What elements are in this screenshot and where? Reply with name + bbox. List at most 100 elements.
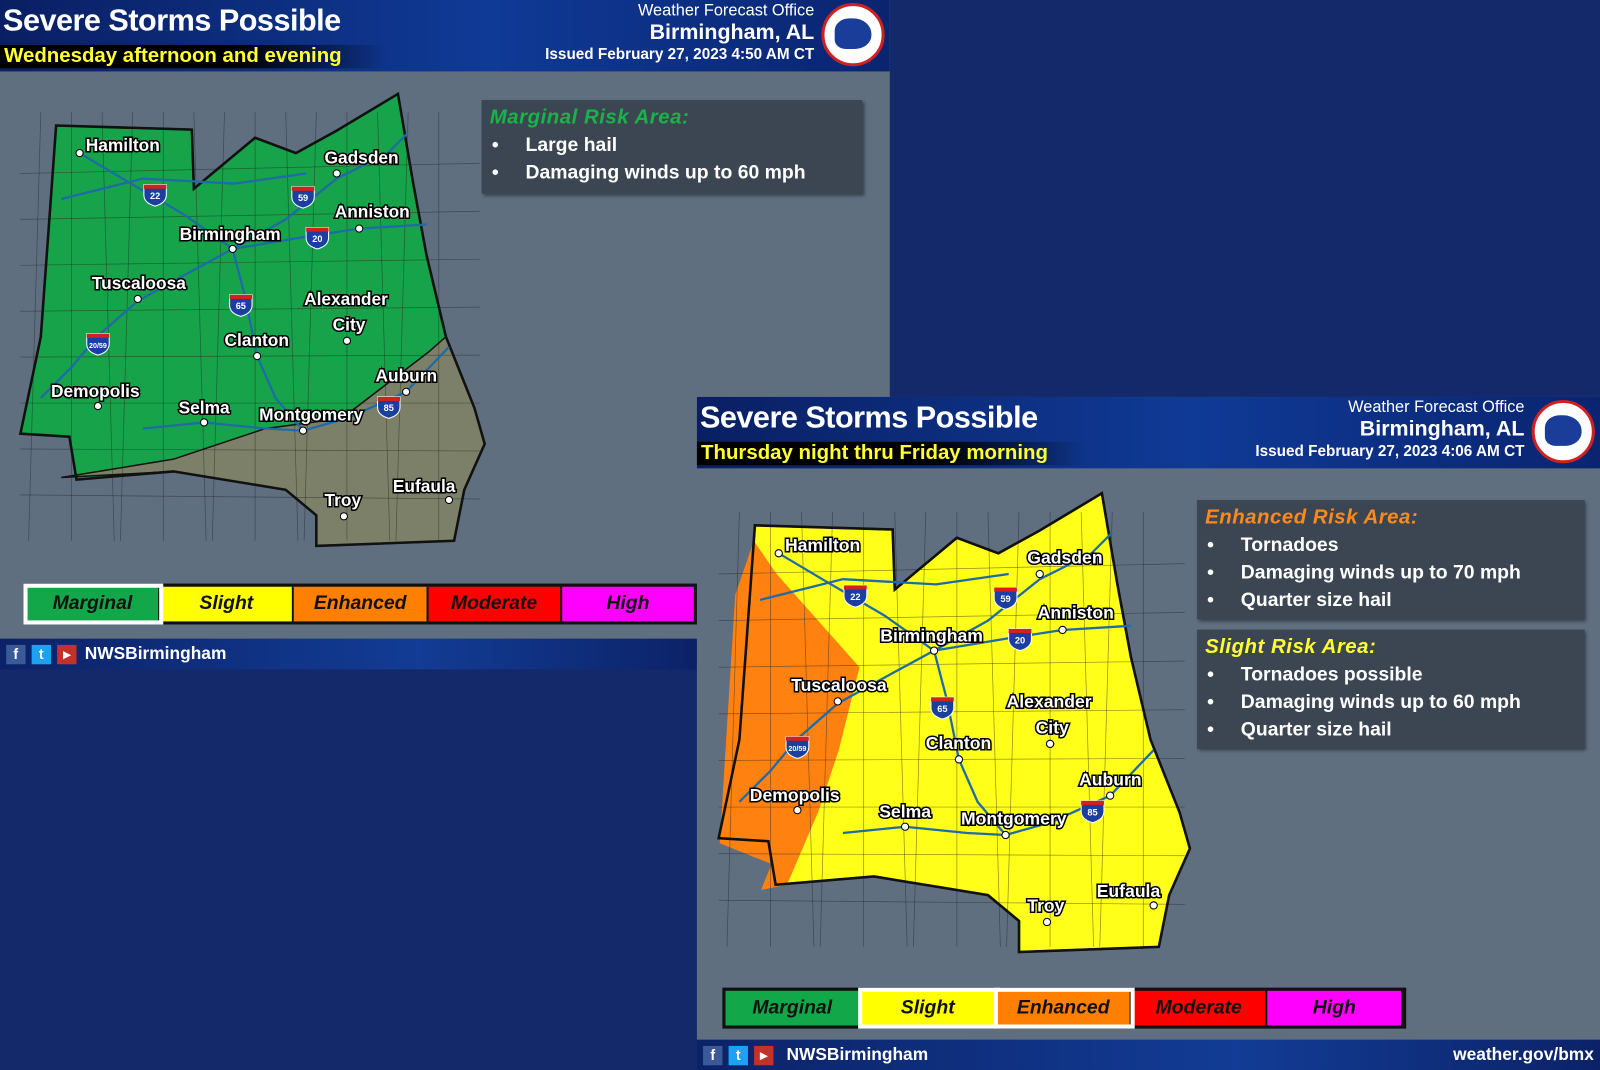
- svg-text:22: 22: [150, 191, 160, 201]
- svg-text:20/59: 20/59: [788, 744, 806, 753]
- risk-item: Damaging winds up to 70 mph: [1205, 559, 1576, 587]
- city-label: Selma: [879, 801, 931, 821]
- city-label: Auburn: [376, 366, 438, 386]
- city-label: Selma: [179, 397, 230, 417]
- legend-marginal: Marginal: [725, 990, 862, 1026]
- city-label: Gadsden: [324, 147, 398, 167]
- risk-item: Quarter size hail: [1205, 716, 1576, 744]
- legend-marginal: Marginal: [23, 583, 164, 625]
- twitter-icon[interactable]: t: [728, 1045, 748, 1066]
- legend-enhanced: Enhanced: [993, 987, 1136, 1029]
- city-dot: [93, 402, 103, 411]
- risk-heading: Slight Risk Area:: [1205, 635, 1377, 659]
- risk-box-marginal: Marginal Risk Area: Large hailDamaging w…: [481, 99, 863, 194]
- interstate-shield-icon: 59: [993, 586, 1018, 610]
- svg-text:20: 20: [312, 234, 322, 244]
- risk-heading: Enhanced Risk Area:: [1205, 506, 1419, 529]
- website-link[interactable]: weather.gov/bmx: [1453, 1045, 1594, 1065]
- city-dot: [355, 224, 364, 233]
- risk-box-enhanced: Enhanced Risk Area: TornadoesDamaging wi…: [1196, 499, 1585, 620]
- city-dot: [1042, 917, 1052, 927]
- city-dot: [402, 387, 411, 396]
- interstate-shield-icon: 20: [305, 227, 330, 250]
- legend-moderate: Moderate: [428, 586, 563, 622]
- legend-moderate: Moderate: [1132, 990, 1268, 1026]
- city-dot: [342, 336, 352, 345]
- city-dot: [253, 352, 262, 361]
- city-dot: [199, 418, 209, 427]
- legend-high: High: [562, 586, 696, 622]
- city-label: Anniston: [1038, 603, 1114, 623]
- city-label: Eufaula: [1097, 881, 1161, 901]
- social-handle[interactable]: NWSBirmingham: [85, 644, 227, 664]
- city-label: Hamilton: [785, 535, 860, 555]
- city-dot: [75, 148, 84, 158]
- svg-text:85: 85: [1087, 807, 1097, 817]
- city-label: Birmingham: [880, 625, 983, 645]
- city-dot: [1149, 901, 1158, 910]
- city-dot: [1106, 791, 1115, 800]
- interstate-shield-icon: 20/59: [86, 333, 110, 356]
- city-dot: [228, 244, 237, 254]
- city-label: City: [1036, 718, 1069, 738]
- interstate-shield-icon: 20/59: [785, 736, 810, 759]
- interstate-shield-icon: 20: [1008, 628, 1032, 652]
- city-dot: [332, 169, 341, 178]
- svg-text:22: 22: [850, 592, 860, 602]
- svg-text:59: 59: [298, 193, 308, 203]
- risk-item: Tornadoes possible: [1205, 661, 1576, 689]
- svg-text:85: 85: [384, 403, 394, 413]
- city-dot: [833, 697, 842, 706]
- city-label: Tuscaloosa: [92, 273, 186, 293]
- risk-item: Tornadoes: [1205, 532, 1576, 560]
- interstate-shield-icon: 65: [930, 696, 955, 720]
- city-label: Montgomery: [961, 809, 1067, 829]
- youtube-icon[interactable]: ▸: [754, 1045, 774, 1066]
- facebook-icon[interactable]: f: [703, 1045, 723, 1066]
- footer-left: f t ▸ NWSBirmingham: [0, 638, 697, 670]
- risk-legend: Marginal Slight Enhanced Moderate High: [23, 583, 699, 625]
- city-dot: [793, 806, 802, 815]
- interstate-shield-icon: 22: [143, 184, 167, 207]
- legend-high: High: [1267, 990, 1404, 1026]
- city-dot: [339, 512, 348, 521]
- city-label: Alexander: [1007, 692, 1092, 712]
- svg-text:65: 65: [236, 301, 246, 311]
- city-label: Troy: [1027, 896, 1064, 916]
- city-label: Clanton: [224, 330, 288, 350]
- city-dot: [133, 294, 142, 304]
- county-border: [28, 112, 42, 541]
- risk-item: Large hail: [490, 132, 854, 160]
- city-dot: [954, 755, 964, 764]
- city-dot: [1045, 739, 1055, 749]
- city-label: Auburn: [1079, 769, 1142, 789]
- interstate-shield-icon: 22: [843, 584, 868, 608]
- city-label: City: [333, 315, 366, 335]
- interstate-shield-icon: 65: [229, 294, 253, 317]
- city-dot: [1035, 569, 1044, 579]
- interstate-shield-icon: 59: [291, 186, 315, 209]
- risk-box-slight: Slight Risk Area: Tornadoes possibleDama…: [1196, 629, 1585, 749]
- city-dot: [929, 646, 939, 655]
- legend-enhanced: Enhanced: [294, 586, 429, 622]
- interstate-shield-icon: 85: [377, 396, 401, 419]
- twitter-icon[interactable]: t: [31, 644, 52, 664]
- risk-item: Damaging winds up to 60 mph: [1205, 689, 1576, 717]
- social-handle[interactable]: NWSBirmingham: [786, 1045, 928, 1064]
- outlook-panel-thursday: Severe Storms Possible Thursday night th…: [696, 396, 1600, 1040]
- svg-text:20: 20: [1015, 635, 1025, 645]
- city-dot: [1001, 830, 1010, 840]
- city-label: Eufaula: [393, 476, 456, 496]
- city-dot: [298, 426, 308, 435]
- city-label: Birmingham: [180, 224, 281, 244]
- city-dot: [774, 549, 783, 558]
- youtube-icon[interactable]: ▸: [57, 644, 77, 664]
- facebook-icon[interactable]: f: [6, 644, 26, 664]
- legend-slight: Slight: [857, 987, 1000, 1029]
- risk-heading: Marginal Risk Area:: [489, 106, 690, 129]
- svg-text:65: 65: [937, 704, 947, 714]
- city-dot: [1058, 625, 1067, 635]
- city-label: Hamilton: [86, 135, 160, 155]
- city-label: Troy: [324, 490, 361, 510]
- city-label: Montgomery: [259, 404, 363, 424]
